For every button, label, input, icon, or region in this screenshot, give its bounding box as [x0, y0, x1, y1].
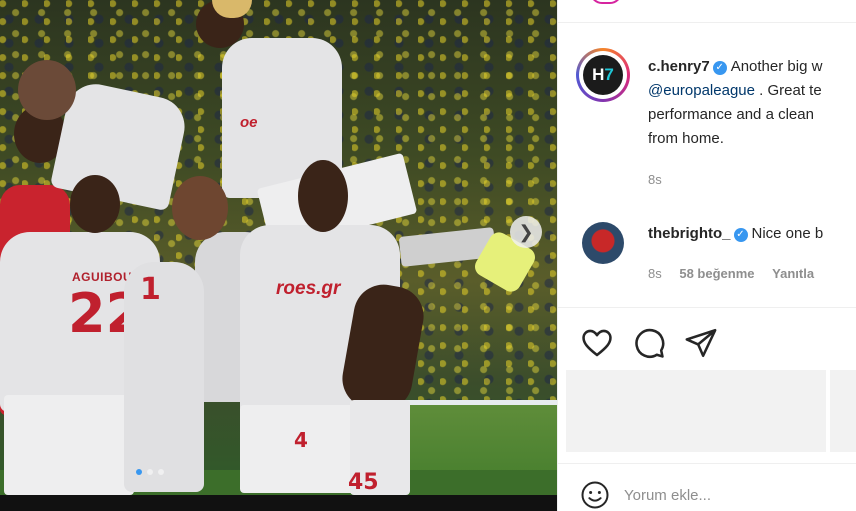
add-comment-bar	[580, 480, 846, 510]
chevron-right-icon: ❯	[518, 221, 534, 242]
comment-input[interactable]	[622, 485, 846, 505]
likes-placeholder	[566, 370, 826, 452]
player-head	[70, 175, 120, 233]
header-avatar[interactable]	[590, 0, 622, 4]
heart-icon[interactable]	[580, 326, 614, 360]
sponsor-text: oe	[240, 114, 258, 131]
caption-line-2: @europaleague . Great te	[648, 79, 822, 102]
caption-line-3: performance and a clean	[648, 106, 814, 123]
divider	[558, 22, 856, 23]
carousel-dot	[136, 469, 142, 475]
caption-text: Another big w	[730, 58, 823, 75]
carousel-dot	[147, 469, 153, 475]
carousel-dot	[158, 469, 164, 475]
comment-icon[interactable]	[632, 326, 666, 360]
player-head	[18, 60, 76, 120]
avatar-logo: H7	[583, 55, 623, 95]
player-head	[298, 160, 348, 232]
carousel-indicator	[136, 469, 164, 475]
comment-likes[interactable]: 58 beğenme	[679, 266, 754, 281]
image-bottom-bar	[0, 495, 557, 511]
action-bar	[580, 326, 718, 360]
reply-button[interactable]: Yanıtla	[772, 266, 814, 281]
avatar[interactable]	[582, 222, 624, 264]
comment-text: Nice one b	[751, 225, 824, 242]
comment-meta: 8s 58 beğenme Yanıtla	[648, 266, 828, 281]
likes-placeholder	[830, 370, 856, 452]
emoji-icon[interactable]	[580, 480, 610, 510]
mention-link[interactable]: @europaleague	[648, 82, 755, 99]
jersey-number: 1	[140, 272, 161, 307]
post-image[interactable]: oe AGUIBOU 22 1 roes.gr 4 45 ❯	[0, 0, 557, 511]
comments-panel: H7 c.henry7 ✓ Another big w @europaleague …	[557, 0, 856, 511]
caption-text: . Great te	[759, 82, 822, 99]
sponsor-text: roes.gr	[276, 278, 341, 299]
comment-username[interactable]: thebrighto_	[648, 225, 731, 242]
jersey-number: 4	[294, 428, 308, 452]
jersey-number: 45	[348, 470, 379, 495]
player-head	[172, 176, 228, 240]
verified-badge-icon: ✓	[733, 228, 748, 242]
avatar[interactable]: H7	[576, 48, 630, 102]
caption-line-1: c.henry7 ✓ Another big w	[648, 55, 822, 78]
verified-badge-icon: ✓	[712, 61, 727, 75]
divider	[558, 463, 856, 464]
player	[124, 262, 204, 492]
avatar-inner: H7	[579, 51, 627, 99]
comment-time[interactable]: 8s	[648, 266, 662, 281]
share-icon[interactable]	[684, 326, 718, 360]
divider	[558, 307, 856, 308]
player-shorts	[4, 395, 134, 495]
comment-line: thebrighto_ ✓ Nice one b	[648, 222, 823, 245]
next-image-button[interactable]: ❯	[510, 216, 542, 248]
caption-line-4: from home.	[648, 130, 724, 147]
caption-time[interactable]: 8s	[648, 172, 662, 187]
caption-username[interactable]: c.henry7	[648, 58, 710, 75]
